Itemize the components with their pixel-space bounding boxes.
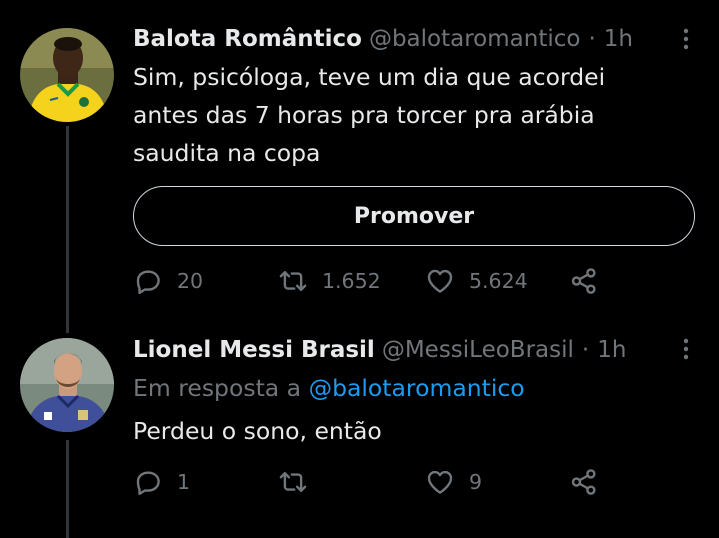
tweet-balota[interactable]: Balota Romântico @balotaromantico · 1h S… — [0, 0, 719, 330]
retweet-action[interactable] — [278, 466, 308, 498]
replying-to: Em resposta a @balotaromantico — [133, 374, 525, 402]
reply-action[interactable]: 20 — [133, 265, 203, 297]
tweet-text: Perdeu o sono, então — [133, 417, 382, 445]
more-icon[interactable] — [683, 28, 689, 50]
retweet-icon — [279, 271, 307, 291]
retweet-count: 1.652 — [322, 269, 381, 293]
separator-dot: · — [588, 26, 596, 52]
retweet-action[interactable]: 1.652 — [278, 265, 381, 297]
reply-icon — [136, 270, 160, 295]
display-name[interactable]: Lionel Messi Brasil — [133, 337, 375, 363]
user-handle[interactable]: @MessiLeoBrasil — [382, 337, 574, 363]
heart-icon — [427, 470, 453, 494]
avatar-messi-brasil[interactable] — [20, 338, 114, 432]
reply-action[interactable]: 1 — [133, 466, 190, 498]
more-icon[interactable] — [683, 338, 689, 360]
share-icon — [571, 268, 596, 294]
user-handle[interactable]: @balotaromantico — [369, 26, 581, 52]
reply-count: 1 — [177, 470, 191, 494]
share-action[interactable] — [569, 265, 599, 297]
timestamp[interactable]: 1h — [597, 337, 626, 363]
display-name[interactable]: Balota Romântico — [133, 26, 362, 52]
tweet-messi-brasil[interactable]: Lionel Messi Brasil @MessiLeoBrasil · 1h… — [0, 330, 719, 538]
timestamp[interactable]: 1h — [604, 26, 633, 52]
share-action[interactable] — [569, 466, 599, 498]
tweet-actions: 1 9 — [133, 466, 603, 498]
share-icon — [571, 469, 596, 495]
tweet-header: Lionel Messi Brasil @MessiLeoBrasil · 1h — [133, 336, 719, 364]
tweet-header: Balota Romântico @balotaromantico · 1h — [133, 25, 719, 53]
tweet-text: Sim, psicóloga, teve um dia que acordei … — [133, 63, 606, 167]
promote-button[interactable]: Promover — [133, 186, 695, 246]
replying-to-label: Em resposta a — [133, 374, 302, 402]
reply-count: 20 — [177, 269, 204, 293]
heart-icon — [427, 269, 453, 293]
tweet-actions: 20 1.652 5.624 — [133, 265, 603, 297]
reply-icon — [136, 471, 160, 496]
like-action[interactable]: 9 — [425, 466, 482, 498]
like-count: 5.624 — [469, 269, 528, 293]
replying-to-mention[interactable]: @balotaromantico — [309, 374, 525, 402]
avatar-balota[interactable] — [20, 28, 114, 122]
separator-dot: · — [581, 337, 590, 363]
like-action[interactable]: 5.624 — [425, 265, 528, 297]
retweet-icon — [279, 472, 307, 492]
like-count: 9 — [469, 470, 483, 494]
